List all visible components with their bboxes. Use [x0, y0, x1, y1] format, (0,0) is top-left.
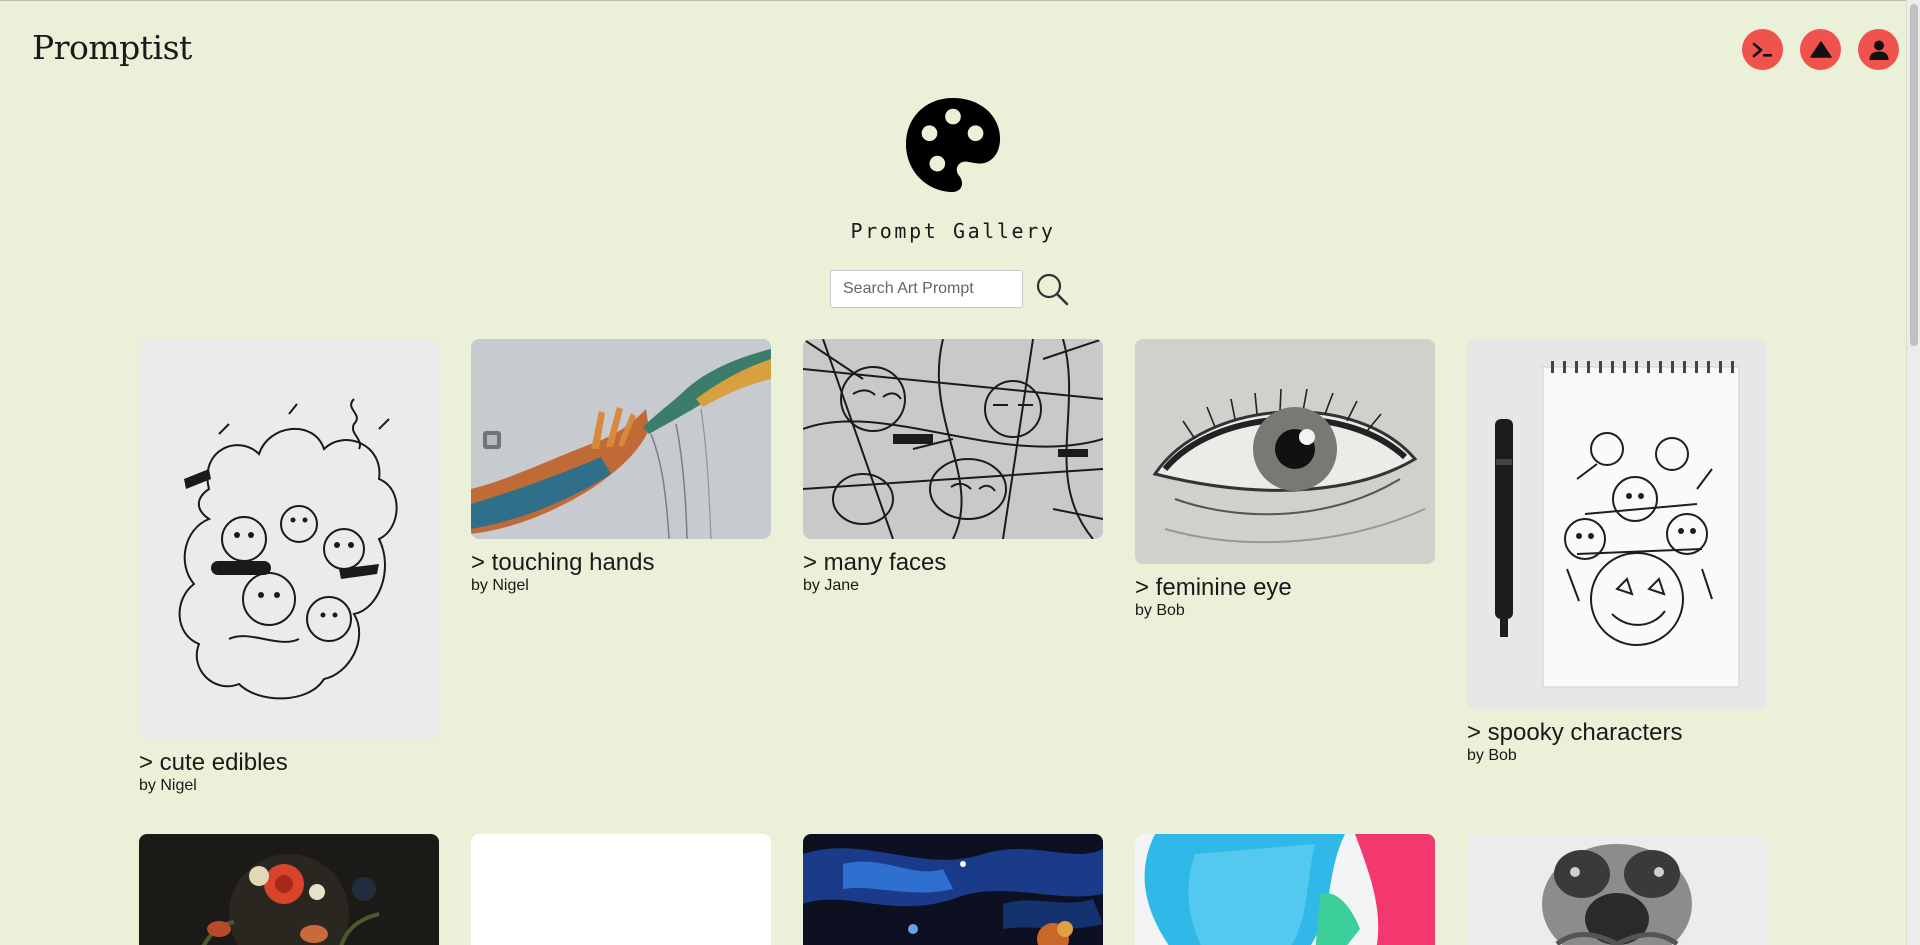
- terminal-button[interactable]: [1742, 29, 1783, 70]
- user-icon: [1869, 40, 1888, 60]
- gallery-card[interactable]: > touching hands by Nigel: [471, 339, 771, 595]
- card-title[interactable]: > spooky characters: [1467, 719, 1767, 746]
- vertical-scrollbar[interactable]: [1906, 0, 1920, 945]
- card-image[interactable]: [1467, 834, 1767, 945]
- grayscale-figures: [1467, 834, 1767, 945]
- gallery-card[interactable]: [1135, 834, 1435, 945]
- card-title[interactable]: > touching hands: [471, 549, 771, 576]
- gallery-card[interactable]: [471, 834, 771, 945]
- pencil-eye-sketch: [1135, 339, 1435, 564]
- hero: Prompt Gallery: [0, 96, 1906, 243]
- gallery-card[interactable]: > cute edibles by Nigel: [139, 339, 439, 795]
- card-author: by Nigel: [139, 777, 197, 794]
- triangle-icon: [1809, 40, 1832, 58]
- card-image[interactable]: [1135, 834, 1435, 945]
- gallery-card[interactable]: [803, 834, 1103, 945]
- page-title: Prompt Gallery: [850, 219, 1056, 243]
- gallery-card[interactable]: [1467, 834, 1767, 945]
- card-image[interactable]: [471, 834, 771, 945]
- card-image[interactable]: [1135, 339, 1435, 564]
- gallery-card[interactable]: [139, 834, 439, 945]
- card-image[interactable]: [139, 834, 439, 945]
- search-input[interactable]: [830, 270, 1023, 308]
- palette-icon: [905, 97, 1001, 193]
- card-image[interactable]: [803, 834, 1103, 945]
- brand-logo[interactable]: Promptist: [32, 28, 192, 67]
- card-image[interactable]: [139, 339, 439, 739]
- card-author: by Bob: [1467, 747, 1517, 764]
- card-author: by Nigel: [471, 577, 529, 594]
- search-icon[interactable]: [1035, 272, 1069, 306]
- painted-hands-reaching: [471, 339, 771, 539]
- white-canvas: [471, 834, 771, 945]
- card-title[interactable]: > many faces: [803, 549, 1103, 576]
- upload-button[interactable]: [1800, 29, 1841, 70]
- profile-button[interactable]: [1858, 29, 1899, 70]
- gallery-card[interactable]: > many faces by Jane: [803, 339, 1103, 595]
- card-title[interactable]: > feminine eye: [1135, 574, 1435, 601]
- dark-floral-painting: [139, 834, 439, 945]
- scrollbar-thumb[interactable]: [1910, 4, 1918, 346]
- card-image[interactable]: [803, 339, 1103, 539]
- card-author: by Jane: [803, 577, 860, 594]
- card-title[interactable]: > cute edibles: [139, 749, 439, 776]
- terminal-icon: [1752, 42, 1772, 57]
- doodle-characters-drawing: [139, 339, 439, 739]
- header-actions: [1742, 29, 1899, 70]
- abstract-line-faces: [803, 339, 1103, 539]
- gallery-card[interactable]: > spooky characters by Bob: [1467, 339, 1767, 765]
- search-bar: [830, 270, 1069, 308]
- halloween-sketchbook-with-pen: [1467, 339, 1767, 709]
- card-image[interactable]: [471, 339, 771, 539]
- gallery-card[interactable]: > feminine eye by Bob: [1135, 339, 1435, 620]
- card-author: by Bob: [1135, 602, 1185, 619]
- cyan-pink-abstract: [1135, 834, 1435, 945]
- window-top-border: [0, 0, 1920, 1]
- dark-blue-fluid-art: [803, 834, 1103, 945]
- card-image[interactable]: [1467, 339, 1767, 709]
